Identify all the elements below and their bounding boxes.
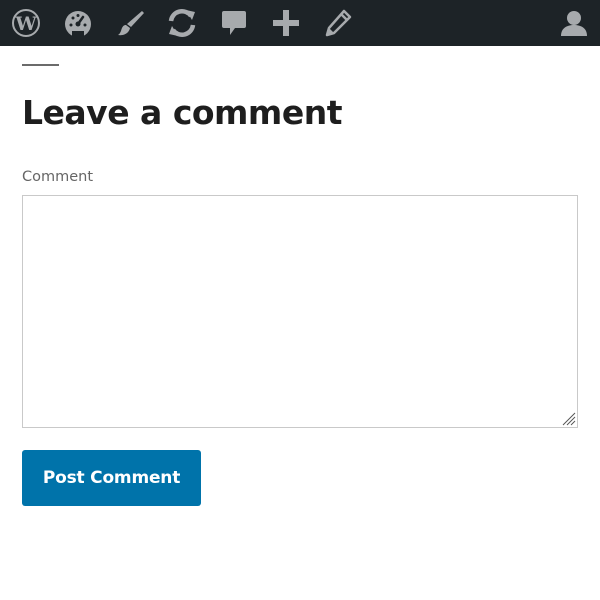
comments-bubble-icon[interactable] (208, 0, 260, 46)
admin-bar: W (0, 0, 600, 46)
page-title: Leave a comment (22, 93, 342, 132)
customize-brush-icon[interactable] (104, 0, 156, 46)
updates-refresh-icon[interactable] (156, 0, 208, 46)
separator-line (22, 64, 59, 66)
edit-pencil-icon[interactable] (312, 0, 364, 46)
post-comment-button[interactable]: Post Comment (22, 450, 201, 506)
resize-grip-icon[interactable] (561, 411, 576, 426)
comment-label: Comment (22, 169, 94, 185)
wordpress-logo-icon[interactable]: W (0, 0, 52, 46)
new-content-plus-icon[interactable] (260, 0, 312, 46)
svg-text:W: W (14, 13, 37, 35)
comment-textarea[interactable] (22, 195, 578, 428)
dashboard-gauge-icon[interactable] (52, 0, 104, 46)
user-avatar-icon[interactable] (548, 0, 600, 46)
